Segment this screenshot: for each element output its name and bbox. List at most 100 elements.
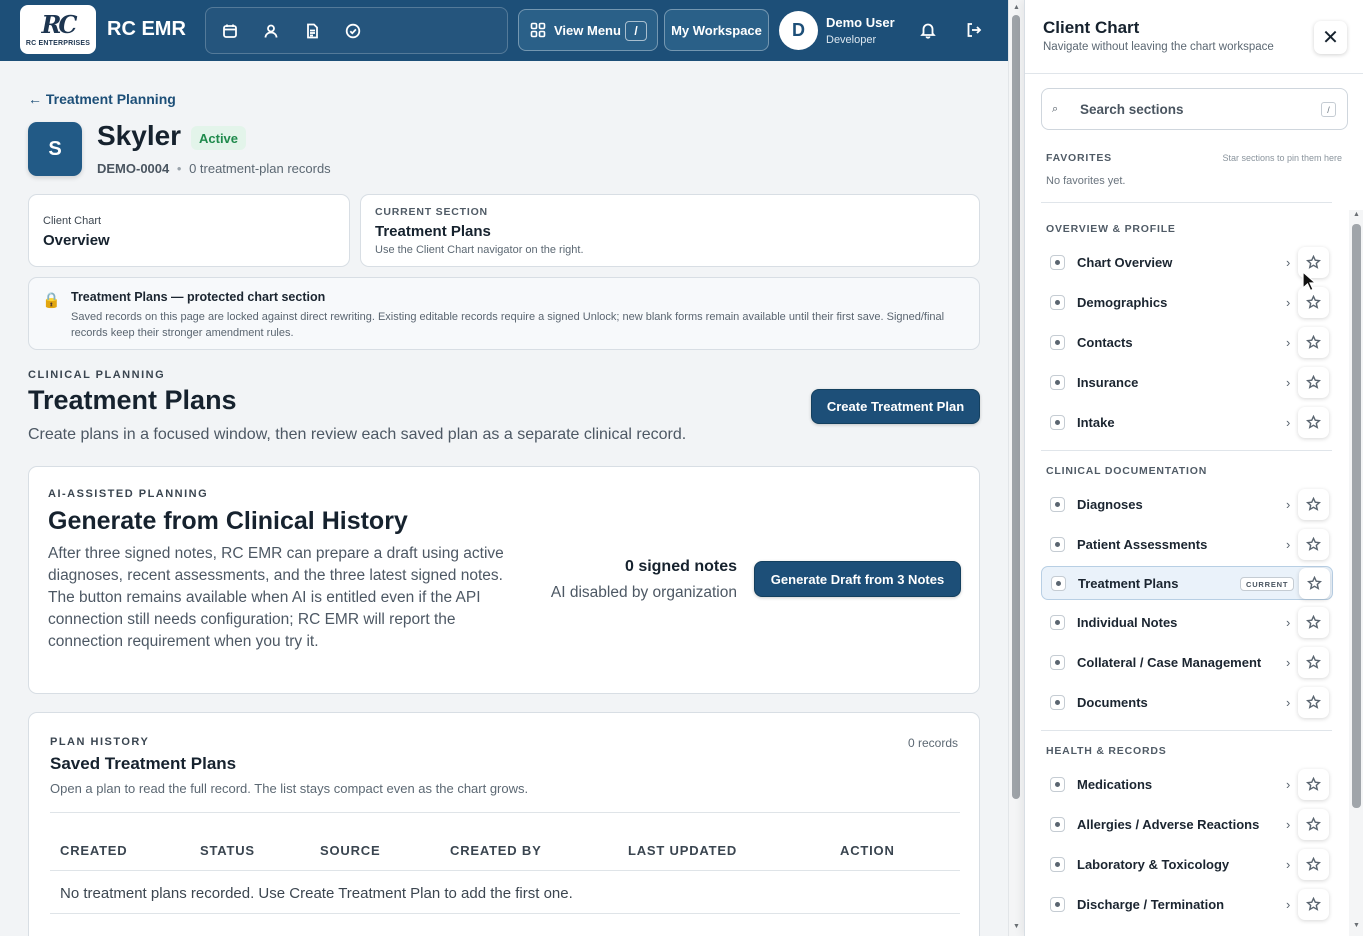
user-avatar[interactable]: D <box>779 11 818 50</box>
calendar-icon[interactable] <box>220 21 240 41</box>
drawer-scrollbar-thumb[interactable] <box>1352 224 1361 808</box>
sidebar-item-laboratory-toxicology[interactable]: Laboratory & Toxicology › <box>1041 848 1333 882</box>
divider <box>1041 202 1332 203</box>
my-workspace-button[interactable]: My Workspace <box>664 9 769 51</box>
star-icon[interactable] <box>1298 769 1329 800</box>
chevron-right-icon: › <box>1286 537 1291 552</box>
chevron-right-icon: › <box>1286 415 1291 430</box>
star-icon[interactable] <box>1298 889 1329 920</box>
user-name[interactable]: Demo User <box>826 15 895 30</box>
chevron-right-icon: › <box>1286 897 1291 912</box>
sidebar-item-label: Documents <box>1077 695 1148 710</box>
client-chart-drawer: Client Chart Navigate without leaving th… <box>1024 0 1363 936</box>
divider <box>1041 730 1332 731</box>
drawer-subtitle: Navigate without leaving the chart works… <box>1043 41 1274 53</box>
create-treatment-plan-button[interactable]: Create Treatment Plan <box>811 389 980 424</box>
star-icon[interactable] <box>1298 367 1329 398</box>
logo-mark: RC <box>41 9 77 39</box>
page-subtitle: Create plans in a focused window, then r… <box>28 426 687 443</box>
history-subtitle: Open a plan to read the full record. The… <box>50 781 529 796</box>
view-menu-label: View Menu <box>554 22 621 38</box>
divider <box>50 913 960 914</box>
view-menu-button[interactable]: View Menu / <box>518 9 658 51</box>
drawer-header: Client Chart Navigate without leaving th… <box>1025 0 1363 74</box>
sidebar-item-diagnoses[interactable]: Diagnoses › <box>1041 488 1333 522</box>
sidebar-item-chart-overview[interactable]: Chart Overview › <box>1041 246 1333 280</box>
ai-eyebrow: AI-ASSISTED PLANNING <box>48 488 209 500</box>
column-header-status[interactable]: STATUS <box>200 843 255 858</box>
star-icon[interactable] <box>1298 529 1329 560</box>
column-header-created-by[interactable]: CREATED BY <box>450 843 542 858</box>
check-circle-icon[interactable] <box>343 21 363 41</box>
sidebar-item-insurance[interactable]: Insurance › <box>1041 366 1333 400</box>
sidebar-item-label: Laboratory & Toxicology <box>1077 857 1230 872</box>
chevron-right-icon: › <box>1286 335 1291 350</box>
search-shortcut: / <box>1321 102 1336 117</box>
chevron-right-icon: › <box>1286 857 1291 872</box>
client-chart-card[interactable]: Client Chart Overview <box>28 194 350 267</box>
sidebar-item-label: Individual Notes <box>1077 615 1178 630</box>
sidebar-item-medications[interactable]: Medications › <box>1041 768 1333 802</box>
star-icon[interactable] <box>1298 809 1329 840</box>
scroll-down-arrow[interactable]: ▼ <box>1353 922 1360 929</box>
sidebar-item-documents[interactable]: Documents › <box>1041 686 1333 720</box>
sidebar-item-label: Insurance <box>1077 375 1139 390</box>
star-icon[interactable] <box>1298 687 1329 718</box>
search-sections-input[interactable] <box>1080 99 1310 119</box>
favorites-hint: Star sections to pin them here <box>1222 153 1342 163</box>
sidebar-item-label: Patient Assessments <box>1077 537 1208 552</box>
section-search[interactable]: ⌕ / <box>1041 88 1348 130</box>
sidebar-item-treatment-plans[interactable]: Treatment Plans CURRENT <box>1041 566 1333 600</box>
sidebar-item-contacts[interactable]: Contacts › <box>1041 326 1333 360</box>
ai-description: After three signed notes, RC EMR can pre… <box>48 545 504 650</box>
chevron-right-icon: › <box>1286 695 1291 710</box>
generate-draft-button[interactable]: Generate Draft from 3 Notes <box>754 561 961 597</box>
main-scrollbar-thumb[interactable] <box>1012 15 1020 799</box>
bell-icon[interactable] <box>919 21 937 39</box>
star-icon[interactable] <box>1298 407 1329 438</box>
group-heading-clinical-documentation: CLINICAL DOCUMENTATION <box>1046 465 1208 477</box>
logo-subtitle: RC ENTERPRISES <box>25 39 91 47</box>
sidebar-item-demographics[interactable]: Demographics › <box>1041 286 1333 320</box>
divider <box>50 812 960 813</box>
sidebar-item-discharge-termination[interactable]: Discharge / Termination › <box>1041 888 1333 922</box>
star-icon[interactable] <box>1298 849 1329 880</box>
sidebar-item-collateral-case-management[interactable]: Collateral / Case Management › <box>1041 646 1333 680</box>
column-header-source[interactable]: SOURCE <box>320 843 380 858</box>
favorites-heading: FAVORITES <box>1046 152 1112 164</box>
history-title: Saved Treatment Plans <box>50 754 237 773</box>
scroll-up-arrow[interactable]: ▲ <box>1353 211 1360 218</box>
sidebar-item-allergies[interactable]: Allergies / Adverse Reactions › <box>1041 808 1333 842</box>
star-icon[interactable] <box>1298 607 1329 638</box>
company-logo[interactable]: RC RC ENTERPRISES <box>20 5 96 54</box>
drawer-scrollbar[interactable]: ▲ ▼ <box>1349 210 1363 936</box>
star-icon[interactable] <box>1299 568 1330 599</box>
client-meta: DEMO-0004 • 0 treatment-plan records <box>97 161 331 176</box>
close-icon[interactable]: ✕ <box>1314 21 1347 54</box>
client-id: DEMO-0004 <box>97 161 170 176</box>
back-to-treatment-planning-link[interactable]: ← Treatment Planning <box>28 91 176 107</box>
scroll-up-arrow[interactable]: ▲ <box>1013 4 1020 11</box>
empty-table-message: No treatment plans recorded. Use Create … <box>60 885 573 902</box>
section-bullet-icon <box>1050 255 1065 270</box>
main-scrollbar[interactable]: ▲ ▼ <box>1008 0 1024 936</box>
sidebar-item-patient-assessments[interactable]: Patient Assessments › <box>1041 528 1333 562</box>
document-icon[interactable] <box>302 21 322 41</box>
client-record-count: 0 treatment-plan records <box>189 161 331 176</box>
star-icon[interactable] <box>1298 327 1329 358</box>
sidebar-item-label: Discharge / Termination <box>1077 897 1225 912</box>
logout-icon[interactable] <box>965 21 983 39</box>
chevron-right-icon: › <box>1286 375 1291 390</box>
sidebar-item-intake[interactable]: Intake › <box>1041 406 1333 440</box>
user-icon[interactable] <box>261 21 281 41</box>
sidebar-item-label: Chart Overview <box>1077 255 1173 270</box>
scroll-down-arrow[interactable]: ▼ <box>1013 923 1020 930</box>
section-bullet-icon <box>1050 655 1065 670</box>
sidebar-item-individual-notes[interactable]: Individual Notes › <box>1041 606 1333 640</box>
column-header-created[interactable]: CREATED <box>60 843 127 858</box>
column-header-last-updated[interactable]: LAST UPDATED <box>628 843 737 858</box>
client-avatar: S <box>28 122 82 176</box>
star-icon[interactable] <box>1298 647 1329 678</box>
divider <box>50 870 960 871</box>
star-icon[interactable] <box>1298 489 1329 520</box>
